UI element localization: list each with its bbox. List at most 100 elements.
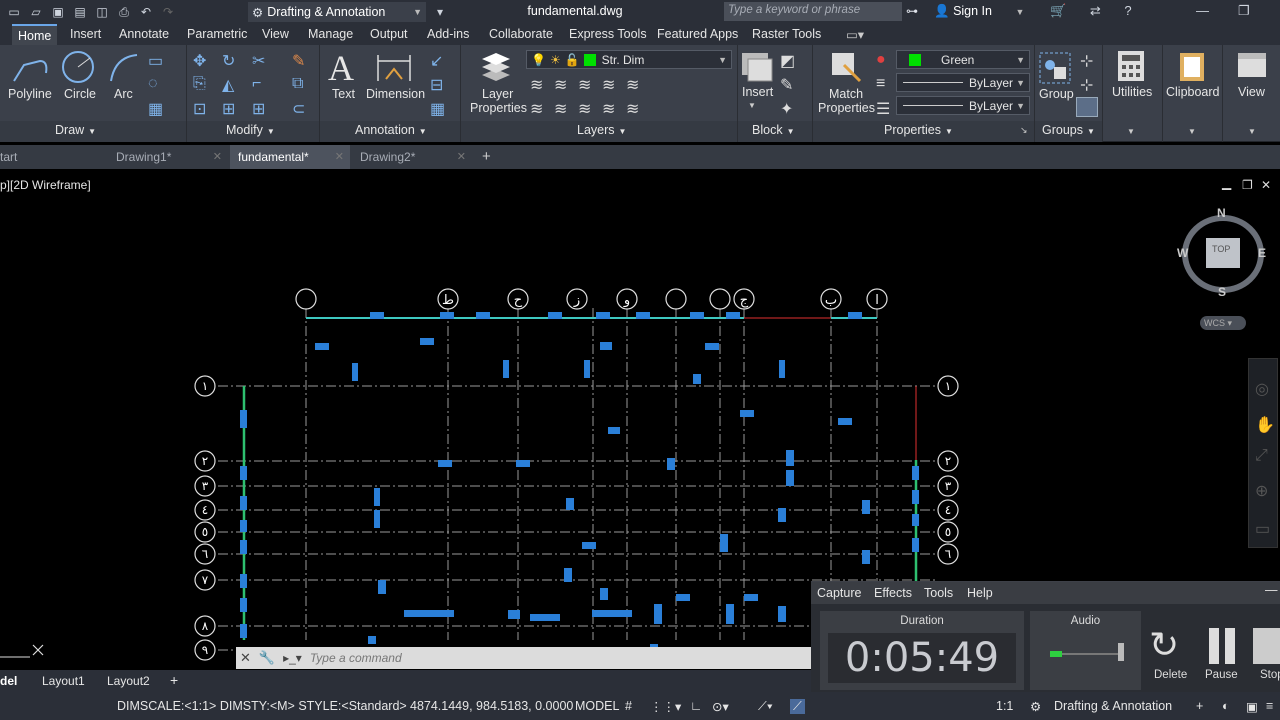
tab-collaborate[interactable]: Collaborate: [489, 27, 553, 41]
pause-button[interactable]: Pause: [1205, 669, 1238, 681]
compass-south[interactable]: S: [1218, 285, 1226, 299]
hardware-accel-icon[interactable]: ▣: [1246, 699, 1258, 714]
offset-icon[interactable]: ⊂: [292, 99, 305, 119]
wcs-menu[interactable]: WCS ▾: [1200, 316, 1246, 330]
arc-button[interactable]: Arc: [114, 87, 133, 101]
steering-wheel-icon[interactable]: ◎: [1255, 379, 1269, 399]
layer-match-icon[interactable]: ≋: [626, 75, 639, 95]
tab-insert[interactable]: Insert: [70, 27, 101, 41]
coordinates-readout[interactable]: 4874.1449, 984.5183, 0.0000: [410, 699, 573, 713]
markup-table-icon[interactable]: ▦: [430, 99, 445, 119]
layers-group-title[interactable]: Layers ▼: [577, 123, 626, 137]
layout-tab-layout2[interactable]: Layout2: [107, 674, 150, 688]
minimize-icon[interactable]: —: [1196, 3, 1209, 18]
compass-north[interactable]: N: [1217, 206, 1226, 220]
snap-icon[interactable]: ⋮⋮▾: [650, 699, 681, 714]
workspace-status[interactable]: Drafting & Annotation: [1054, 699, 1172, 713]
tab-raster-tools[interactable]: Raster Tools: [752, 27, 821, 41]
layer-properties-label-2[interactable]: Properties: [470, 101, 527, 115]
move-icon[interactable]: ✥: [193, 51, 206, 71]
plus-icon[interactable]: +: [1196, 699, 1203, 713]
redo-icon[interactable]: ↷: [160, 4, 176, 20]
dimension-button[interactable]: Dimension: [366, 87, 425, 101]
leader-icon[interactable]: ↙: [430, 51, 443, 71]
menu-effects[interactable]: Effects: [874, 586, 912, 600]
stretch-icon[interactable]: ⊡: [193, 99, 206, 119]
mirror-icon[interactable]: ◭: [222, 75, 234, 95]
customize-icon[interactable]: ≡: [1266, 699, 1273, 713]
close-icon[interactable]: ✕: [240, 650, 251, 666]
layer-properties-label-1[interactable]: Layer: [482, 87, 513, 101]
tab-home[interactable]: Home: [12, 24, 58, 45]
orbit-icon[interactable]: ⊕: [1255, 481, 1268, 501]
exchange-icon[interactable]: ⇄: [1090, 3, 1101, 18]
rectangle-icon[interactable]: ▭: [148, 51, 163, 71]
help-icon[interactable]: ?: [1124, 3, 1131, 18]
layer-state-icon[interactable]: ≋: [530, 75, 543, 95]
doc-tab-drawing2[interactable]: Drawing2* ✕: [352, 145, 472, 169]
viewcube[interactable]: TOP N S E W WCS ▾: [1172, 204, 1276, 334]
cart-icon[interactable]: 🛒: [1050, 3, 1066, 18]
tab-output[interactable]: Output: [370, 27, 408, 41]
add-layout-icon[interactable]: +: [170, 672, 178, 688]
open-web-icon[interactable]: ◫: [94, 4, 110, 20]
copy-icon[interactable]: ⎘: [193, 75, 206, 93]
fillet-icon[interactable]: ⌐: [252, 75, 261, 93]
osnap-icon[interactable]: ⟋▾: [758, 699, 773, 714]
tab-parametric[interactable]: Parametric: [187, 27, 247, 41]
lineweight-icon[interactable]: ≡: [876, 75, 885, 93]
dialog-launcher-icon[interactable]: ↘: [1020, 125, 1028, 136]
pan-hand-icon[interactable]: ✋: [1255, 415, 1275, 435]
ortho-icon[interactable]: ∟: [690, 699, 702, 713]
edit-block-icon[interactable]: ✎: [780, 75, 793, 95]
ungroup-icon[interactable]: ⊹: [1080, 51, 1093, 71]
sign-in-button[interactable]: 👤 Sign In ▼: [934, 4, 1024, 19]
layer-previous-icon[interactable]: ≋: [554, 99, 567, 119]
edit-attributes-icon[interactable]: ✦: [780, 99, 793, 119]
draw-group-title[interactable]: Draw ▼: [55, 123, 96, 137]
plot-icon[interactable]: ⎙: [116, 4, 132, 20]
wrench-icon[interactable]: 🔧: [259, 650, 275, 666]
create-block-icon[interactable]: ◩: [780, 51, 795, 71]
modify-group-title[interactable]: Modify ▼: [226, 123, 275, 137]
tab-annotate[interactable]: Annotate: [119, 27, 169, 41]
audio-slider-thumb[interactable]: [1118, 643, 1124, 661]
circle-button[interactable]: Circle: [64, 87, 96, 101]
ribbon-toggle-icon[interactable]: ▭▾: [846, 27, 864, 42]
gear-icon[interactable]: ⚙: [1030, 699, 1041, 714]
layer-freeze-icon[interactable]: ≋: [578, 75, 591, 95]
binoculars-icon[interactable]: ⊶: [906, 4, 918, 18]
close-icon[interactable]: ✕: [335, 150, 344, 163]
layer-make-current-icon[interactable]: ≋: [530, 99, 543, 119]
group-edit-icon[interactable]: ⊹: [1080, 75, 1093, 95]
insert-button[interactable]: Insert: [742, 85, 773, 99]
erase-icon[interactable]: ✎: [292, 51, 305, 71]
new-file-icon[interactable]: ▭: [6, 4, 22, 20]
lineweight-dropdown[interactable]: ByLayer ▼: [896, 96, 1030, 115]
linetype-dropdown[interactable]: ByLayer ▼: [896, 73, 1030, 92]
polar-icon[interactable]: ⊙▾: [712, 699, 729, 714]
showmotion-icon[interactable]: ▭: [1255, 519, 1270, 539]
clipboard-button[interactable]: Clipboard: [1166, 85, 1220, 99]
layout-tab-model[interactable]: del: [0, 674, 17, 688]
zoom-extents-icon[interactable]: ⤢: [1255, 447, 1268, 465]
layer-iso-icon[interactable]: ≋: [554, 75, 567, 95]
tab-featured-apps[interactable]: Featured Apps: [657, 27, 738, 41]
scale-icon[interactable]: ⊞: [222, 99, 235, 119]
polyline-button[interactable]: Polyline: [8, 87, 52, 101]
model-space-toggle[interactable]: MODEL: [575, 699, 619, 713]
gradient-icon[interactable]: ▦: [148, 99, 163, 119]
tab-manage[interactable]: Manage: [308, 27, 353, 41]
annotation-group-title[interactable]: Annotation ▼: [355, 123, 427, 137]
doc-tab-start[interactable]: tart: [0, 145, 104, 169]
properties-group-title[interactable]: Properties ▼: [884, 123, 953, 137]
match-properties-label-1[interactable]: Match: [829, 87, 863, 101]
new-tab-icon[interactable]: +: [482, 148, 491, 165]
delete-button[interactable]: Delete: [1154, 669, 1187, 681]
search-input[interactable]: Type a keyword or phrase: [724, 2, 902, 21]
list-icon[interactable]: ☰: [876, 99, 890, 119]
compass-west[interactable]: W: [1177, 246, 1188, 260]
menu-help[interactable]: Help: [967, 586, 993, 600]
layout-tab-layout1[interactable]: Layout1: [42, 674, 85, 688]
undo-icon[interactable]: ↶: [138, 4, 154, 20]
